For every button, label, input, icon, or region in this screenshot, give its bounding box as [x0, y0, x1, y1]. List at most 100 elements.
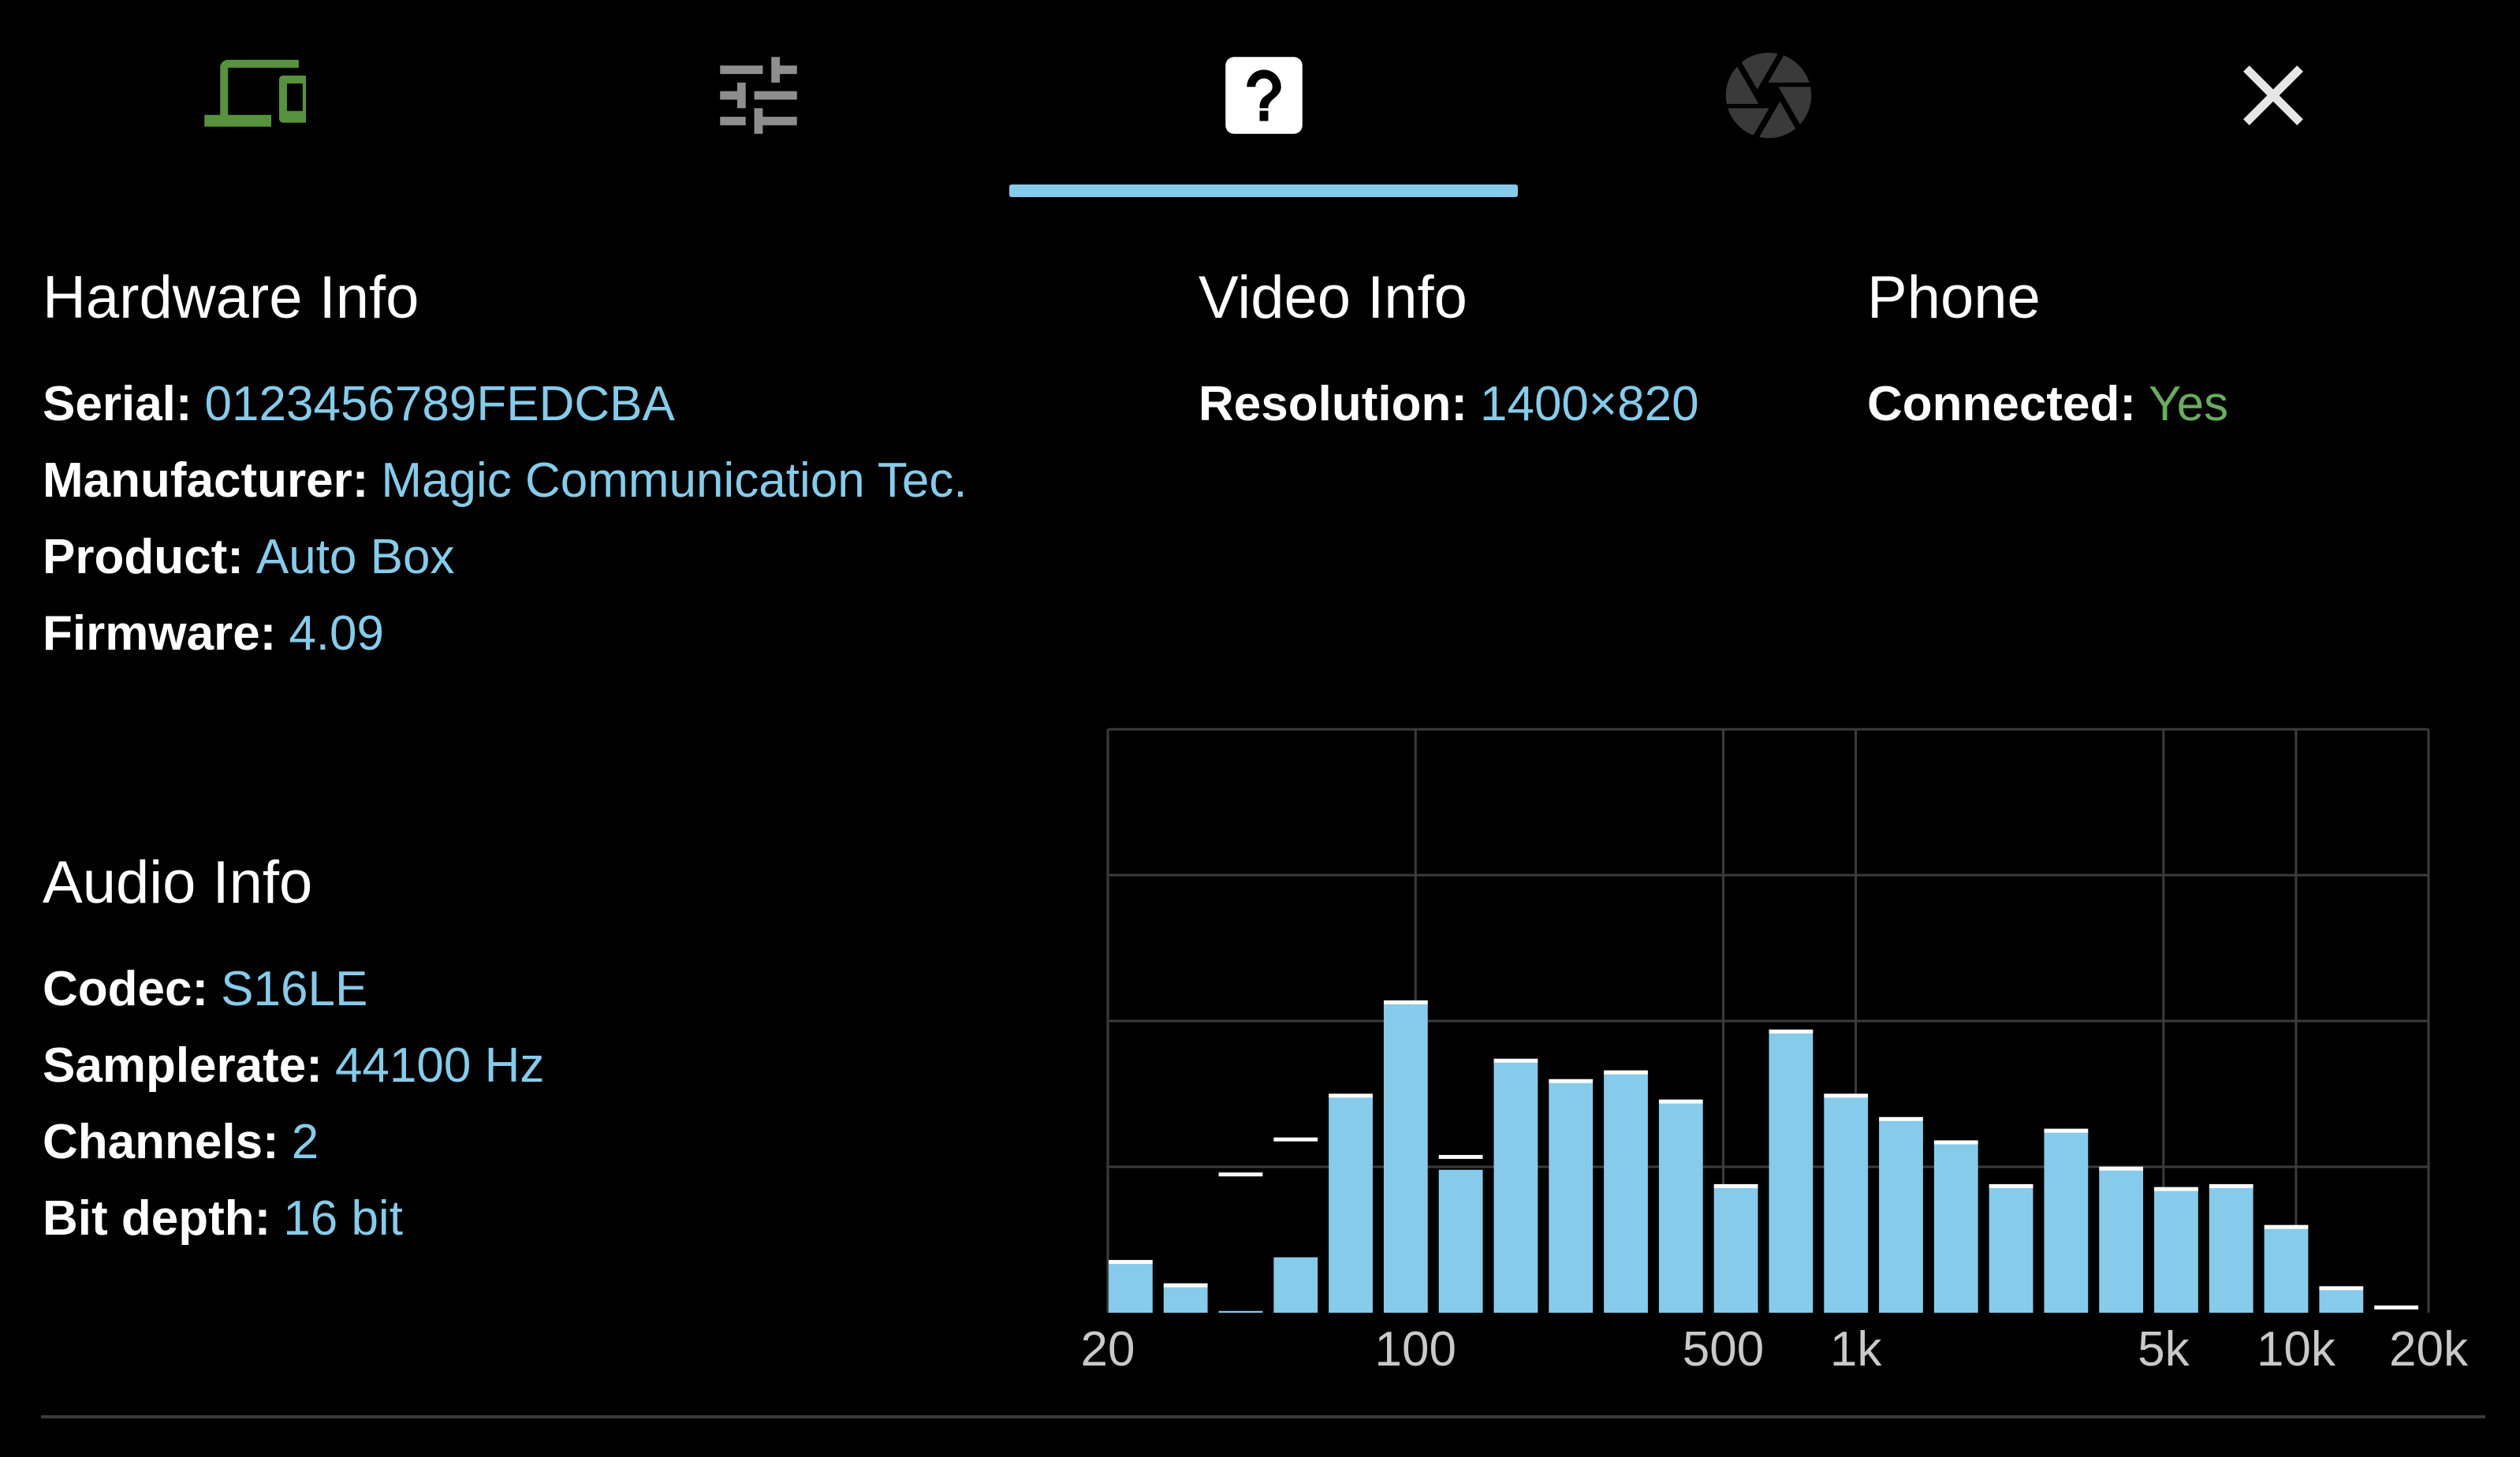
samplerate-value: 44100 Hz [334, 1038, 545, 1093]
bitdepth-value: 16 bit [283, 1191, 403, 1246]
spectrum-peak-marker [2264, 1224, 2309, 1229]
x-tick-label: 20 [1081, 1322, 1135, 1377]
spectrum-bar [1604, 1073, 1648, 1313]
channels-value: 2 [291, 1115, 319, 1169]
spectrum-peak-marker [1549, 1079, 1594, 1083]
hardware-info-section: Hardware Info Serial: 0123456789FEDCBA Ma… [43, 268, 967, 672]
spectrum-bar [1769, 1032, 1814, 1313]
active-tab-indicator [1009, 184, 1518, 197]
spectrum-peak-marker [1329, 1094, 1373, 1098]
audio-info-section: Audio Info Codec: S16LE Samplerate: 44100 … [43, 853, 544, 1257]
phone-title: Phone [1867, 264, 2041, 331]
spectrum-bar [1109, 1263, 1153, 1313]
product-label: Product: [43, 530, 244, 584]
hardware-info-title: Hardware Info [43, 264, 419, 331]
serial-value: 0123456789FEDCBA [204, 377, 675, 431]
resolution-row: Resolution: 1400×820 [1198, 366, 1699, 442]
spectrum-peak-marker [1879, 1116, 1923, 1121]
x-tick-label: 20k [2389, 1322, 2469, 1377]
connected-value: Yes [2149, 377, 2229, 431]
spectrum-peak-marker [2154, 1187, 2198, 1191]
spectrum-bar [1658, 1102, 1703, 1313]
spectrum-peak-marker [1438, 1154, 1483, 1159]
x-tick-label: 500 [1683, 1322, 1764, 1377]
connected-row: Connected: Yes [1867, 366, 2228, 442]
spectrum-bar [1329, 1097, 1373, 1313]
close-icon [2243, 65, 2303, 125]
bitdepth-label: Bit depth: [43, 1191, 271, 1246]
phone-section: Phone Connected: Yes [1867, 268, 2228, 442]
resolution-value: 1400×820 [1479, 377, 1699, 431]
resolution-label: Resolution: [1198, 377, 1467, 431]
spectrum-peak-marker [1658, 1099, 1703, 1104]
spectrum-peak-marker [1824, 1094, 1869, 1098]
channels-row: Channels: 2 [43, 1104, 544, 1180]
audio-info-title: Audio Info [43, 849, 313, 916]
spectrum-bar [2319, 1289, 2364, 1313]
channels-label: Channels: [43, 1115, 279, 1169]
spectrum-peak-marker [1493, 1058, 1538, 1063]
tab-close[interactable] [2019, 0, 2520, 199]
x-tick-label: 100 [1375, 1322, 1456, 1377]
tab-bar [0, 0, 2520, 199]
spectrum-bar [1218, 1310, 1263, 1313]
spectrum-peak-marker [1989, 1183, 2034, 1188]
samplerate-row: Samplerate: 44100 Hz [43, 1027, 544, 1104]
spectrum-bar [1933, 1143, 1978, 1313]
spectrum-bar [1824, 1097, 1869, 1313]
spectrum-peak-marker [2044, 1128, 2089, 1133]
tab-devices[interactable] [0, 0, 509, 199]
codec-row: Codec: S16LE [43, 951, 544, 1027]
spectrum-peak-marker [1273, 1137, 1318, 1142]
firmware-label: Firmware: [43, 606, 277, 661]
spectrum-bar [1879, 1120, 1923, 1313]
product-row: Product: Auto Box [43, 519, 967, 595]
spectrum-peak-marker [2319, 1286, 2364, 1291]
serial-label: Serial: [43, 377, 192, 431]
spectrum-bar [2154, 1190, 2198, 1313]
manufacturer-label: Manufacturer: [43, 453, 369, 508]
spectrum-peak-marker [1218, 1172, 1263, 1177]
spectrum-peak-marker [1713, 1183, 1758, 1188]
x-tick-label: 5k [2138, 1322, 2190, 1377]
x-tick-label: 1k [1830, 1322, 1882, 1377]
camera-iris-icon [1725, 52, 1812, 139]
spectrum-peak-marker [1109, 1260, 1153, 1265]
audio-spectrum-chart: 20 100 500 1k 5k 10k 20k [1081, 728, 2469, 1377]
codec-label: Codec: [43, 962, 209, 1016]
manufacturer-value: Magic Communication Tec. [381, 453, 967, 508]
spectrum-bar [2044, 1131, 2089, 1313]
spectrum-peak-marker [1163, 1283, 1208, 1287]
spectrum-bar [1493, 1061, 1538, 1313]
video-info-section: Video Info Resolution: 1400×820 [1198, 268, 1699, 442]
tab-camera[interactable] [1514, 0, 2023, 199]
spectrum-bar [2099, 1169, 2144, 1313]
firmware-value: 4.09 [289, 606, 384, 661]
spectrum-peak-marker [1769, 1029, 1814, 1034]
spectrum-bar [1273, 1257, 1318, 1313]
bitdepth-row: Bit depth: 16 bit [43, 1180, 544, 1257]
spectrum-bar [1989, 1187, 2034, 1313]
spectrum-bar [2264, 1228, 2309, 1313]
tab-info[interactable] [1009, 0, 1519, 199]
product-value: Auto Box [255, 530, 455, 584]
spectrum-peak-marker [1933, 1140, 1978, 1145]
codec-value: S16LE [221, 962, 368, 1016]
firmware-row: Firmware: 4.09 [43, 595, 967, 672]
devices-icon [204, 59, 306, 127]
spectrum-peak-marker [1604, 1070, 1648, 1075]
spectrum-bar [1383, 1003, 1428, 1313]
spectrum-bar [1713, 1187, 1758, 1313]
tab-settings[interactable] [504, 0, 1013, 199]
spectrum-bar [1549, 1082, 1594, 1313]
spectrum-bar [1163, 1286, 1208, 1313]
spectrum-peak-marker [2374, 1305, 2418, 1310]
help-box-icon [1225, 57, 1303, 134]
x-tick-label: 10k [2257, 1322, 2336, 1377]
spectrum-peak-marker [2099, 1166, 2144, 1171]
spectrum-bar [2209, 1187, 2253, 1313]
spectrum-bar [1438, 1169, 1483, 1313]
video-info-title: Video Info [1198, 264, 1467, 331]
spectrum-peak-marker [2209, 1183, 2253, 1188]
samplerate-label: Samplerate: [43, 1038, 322, 1093]
